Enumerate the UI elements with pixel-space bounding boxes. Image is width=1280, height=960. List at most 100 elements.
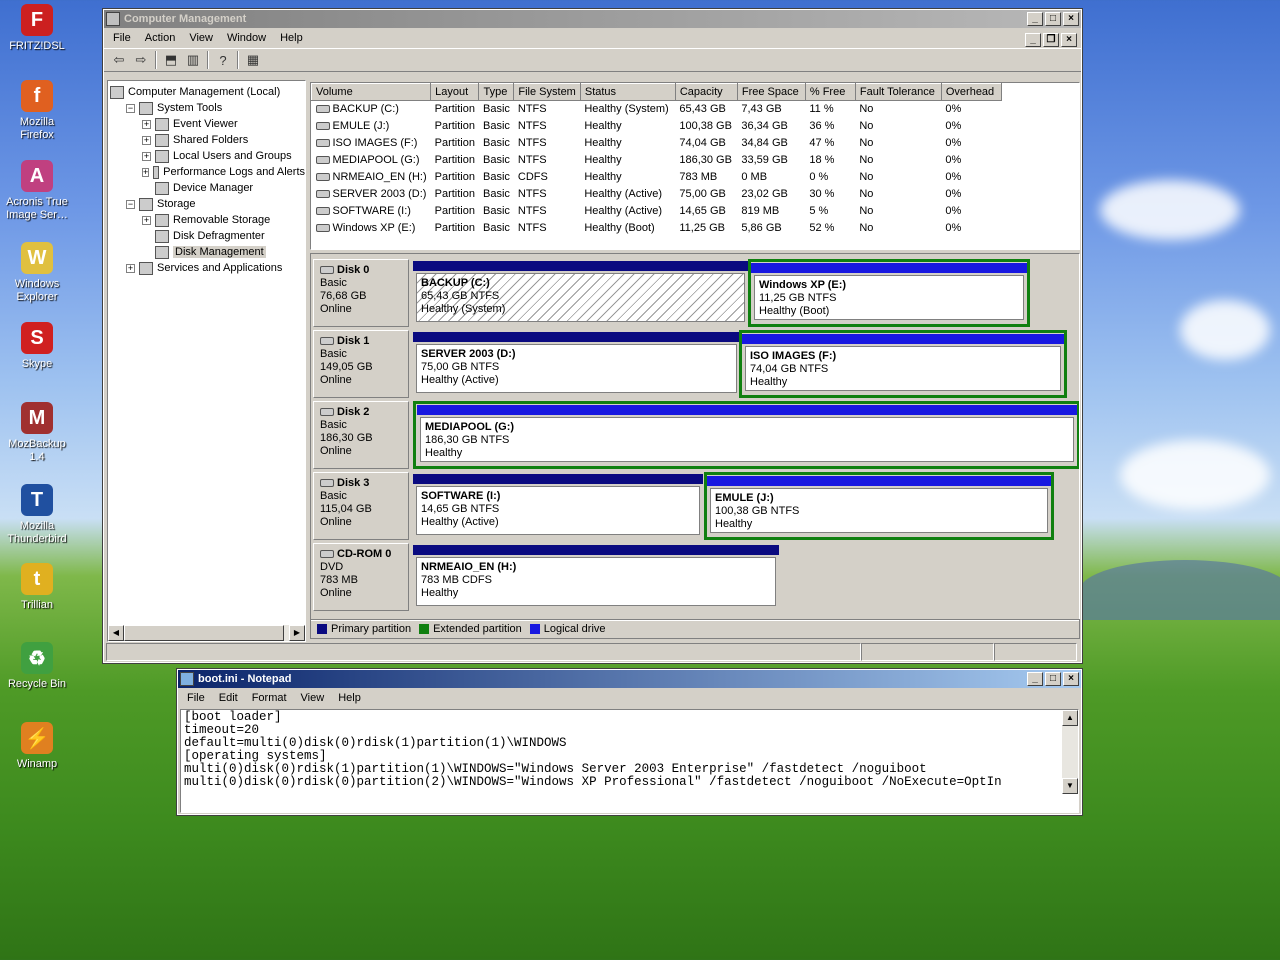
close-button[interactable]: ×	[1063, 672, 1079, 686]
forward-arrow-icon[interactable]: ⇨	[130, 50, 152, 70]
desktop-icon[interactable]: F FRITZ!DSL	[2, 4, 72, 54]
tree-item[interactable]: + Services and Applications	[110, 260, 305, 276]
column-header[interactable]: Status	[579, 83, 676, 101]
menu-action[interactable]: Action	[138, 32, 183, 44]
table-row[interactable]: NRMEAIO_EN (H:) Partition Basic CDFS Healthy…	[312, 169, 1002, 186]
notepad-editor[interactable]: [boot loader] timeout=20 default=multi(0)d…	[180, 709, 1079, 813]
properties-icon[interactable]: ▦	[242, 50, 264, 70]
desktop-icon[interactable]: ⚡ Winamp	[2, 722, 72, 772]
cm-titlebar[interactable]: Computer Management _ □ ×	[104, 10, 1081, 28]
minimize-button[interactable]: _	[1027, 672, 1043, 686]
disk-info[interactable]: Disk 1 Basic 149,05 GB Online	[313, 330, 409, 398]
scroll-left-button[interactable]: ◀	[108, 625, 124, 641]
partition[interactable]: SERVER 2003 (D:) 75,00 GB NTFS Healthy (Ac…	[413, 332, 740, 396]
expand-toggle-icon[interactable]: +	[142, 119, 151, 129]
tree-item[interactable]: + Performance Logs and Alerts	[110, 164, 305, 180]
tree-item[interactable]: Disk Defragmenter	[110, 228, 305, 244]
desktop-icon[interactable]: M MozBackup 1.4	[2, 402, 72, 465]
tree-item[interactable]: + Removable Storage	[110, 212, 305, 228]
column-header[interactable]: % Free	[804, 83, 856, 101]
desktop-icon[interactable]: ♻ Recycle Bin	[2, 642, 72, 692]
menu-view[interactable]: View	[182, 32, 220, 44]
column-header[interactable]: Layout	[430, 83, 480, 101]
partition[interactable]: BACKUP (C:) 65,43 GB NTFS Healthy (System)	[413, 261, 748, 325]
expand-toggle-icon[interactable]: −	[126, 103, 135, 113]
menu-format[interactable]: Format	[245, 692, 294, 704]
disk-icon	[320, 550, 334, 559]
menu-file[interactable]: File	[106, 32, 138, 44]
desktop-icon[interactable]: T Mozilla Thunderbird	[2, 484, 72, 547]
menu-window[interactable]: Window	[220, 32, 273, 44]
table-row[interactable]: BACKUP (C:) Partition Basic NTFS Healthy (Sy…	[312, 101, 1002, 118]
tree-item[interactable]: Device Manager	[110, 180, 305, 196]
scroll-up-button[interactable]: ▲	[1062, 710, 1078, 726]
minimize-button[interactable]: _	[1027, 12, 1043, 26]
partition[interactable]: EMULE (J:) 100,38 GB NTFS Healthy	[707, 476, 1051, 536]
column-header[interactable]: File System	[513, 83, 581, 101]
partition[interactable]: SOFTWARE (I:) 14,65 GB NTFS Healthy (Activ…	[413, 474, 703, 538]
disk-info[interactable]: Disk 0 Basic 76,68 GB Online	[313, 259, 409, 327]
menu-view[interactable]: View	[294, 692, 332, 704]
expand-toggle-icon[interactable]: +	[142, 135, 151, 145]
table-row[interactable]: MEDIAPOOL (G:) Partition Basic NTFS Healthy 1…	[312, 152, 1002, 169]
show-tree-icon[interactable]: ▥	[182, 50, 204, 70]
desktop-icon[interactable]: A Acronis True Image Ser…	[2, 160, 72, 223]
table-row[interactable]: SERVER 2003 (D:) Partition Basic NTFS Health…	[312, 186, 1002, 203]
help-icon[interactable]: ?	[212, 50, 234, 70]
mdi-restore-button[interactable]: ❐	[1043, 33, 1059, 47]
partition[interactable]: MEDIAPOOL (G:) 186,30 GB NTFS Healthy	[417, 405, 1077, 465]
desktop-icon[interactable]: S Skype	[2, 322, 72, 372]
notepad-titlebar[interactable]: boot.ini - Notepad _ □ ×	[178, 670, 1081, 688]
scroll-down-button[interactable]: ▼	[1062, 778, 1078, 794]
table-row[interactable]: Windows XP (E:) Partition Basic NTFS Healthy…	[312, 220, 1002, 237]
tree-item[interactable]: + Shared Folders	[110, 132, 305, 148]
disk-info[interactable]: Disk 2 Basic 186,30 GB Online	[313, 401, 409, 469]
column-header[interactable]: Capacity	[674, 83, 738, 101]
column-header[interactable]: Overhead	[940, 83, 1002, 101]
scroll-right-button[interactable]: ▶	[289, 625, 305, 641]
partition[interactable]: Windows XP (E:) 11,25 GB NTFS Healthy (Boo…	[751, 263, 1027, 323]
expand-toggle-icon[interactable]: +	[126, 263, 135, 273]
disk-info[interactable]: Disk 3 Basic 115,04 GB Online	[313, 472, 409, 540]
desktop-icon[interactable]: W Windows Explorer	[2, 242, 72, 305]
menu-edit[interactable]: Edit	[212, 692, 245, 704]
partition[interactable]: ISO IMAGES (F:) 74,04 GB NTFS Healthy	[742, 334, 1064, 394]
desktop-icon[interactable]: f Mozilla Firefox	[2, 80, 72, 143]
menu-help[interactable]: Help	[331, 692, 368, 704]
expand-toggle-icon[interactable]: +	[142, 215, 151, 225]
maximize-button[interactable]: □	[1045, 672, 1061, 686]
table-cell: 52 %	[805, 220, 855, 237]
tree-item[interactable]: + Local Users and Groups	[110, 148, 305, 164]
table-row[interactable]: EMULE (J:) Partition Basic NTFS Healthy 100,3…	[312, 118, 1002, 135]
back-arrow-icon[interactable]: ⇦	[108, 50, 130, 70]
menu-file[interactable]: File	[180, 692, 212, 704]
column-header[interactable]: Volume	[311, 83, 432, 101]
table-row[interactable]: ISO IMAGES (F:) Partition Basic NTFS Healthy…	[312, 135, 1002, 152]
column-header[interactable]: Free Space	[736, 83, 806, 101]
close-button[interactable]: ×	[1063, 12, 1079, 26]
expand-toggle-icon[interactable]: +	[142, 167, 150, 177]
scroll-thumb[interactable]	[124, 625, 284, 641]
desktop-icon[interactable]: t Trillian	[2, 563, 72, 613]
tree-hscrollbar[interactable]: ◀ ▶	[108, 625, 305, 641]
volume-icon	[315, 122, 330, 131]
partition[interactable]: NRMEAIO_EN (H:) 783 MB CDFS Healthy	[413, 545, 779, 609]
mdi-close-button[interactable]: ×	[1061, 33, 1077, 47]
expand-toggle-icon[interactable]: −	[126, 199, 135, 209]
tree-item[interactable]: Computer Management (Local)	[110, 84, 305, 100]
maximize-button[interactable]: □	[1045, 12, 1061, 26]
column-header[interactable]: Type	[478, 83, 515, 101]
mdi-minimize-button[interactable]: _	[1025, 33, 1041, 47]
tree-item[interactable]: − System Tools	[110, 100, 305, 116]
notepad-vscrollbar[interactable]: ▲ ▼	[1062, 710, 1078, 794]
expand-toggle-icon[interactable]: +	[142, 151, 151, 161]
up-folder-icon[interactable]: ⬒	[160, 50, 182, 70]
column-header[interactable]: Fault Tolerance	[854, 83, 942, 101]
menu-help[interactable]: Help	[273, 32, 310, 44]
tree-item-label: Storage	[157, 198, 196, 210]
tree-item[interactable]: Disk Management	[110, 244, 305, 260]
table-row[interactable]: SOFTWARE (I:) Partition Basic NTFS Healthy (…	[312, 203, 1002, 220]
disk-info[interactable]: CD-ROM 0 DVD 783 MB Online	[313, 543, 409, 611]
tree-item[interactable]: + Event Viewer	[110, 116, 305, 132]
tree-item[interactable]: − Storage	[110, 196, 305, 212]
